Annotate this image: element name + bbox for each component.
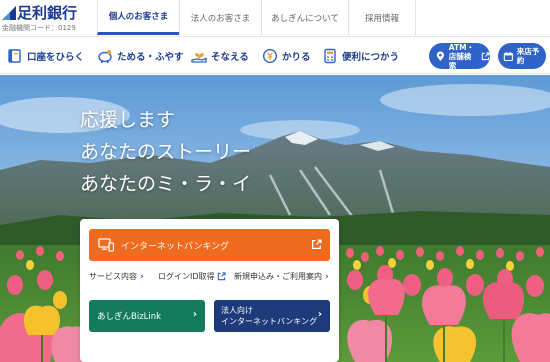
chevron-right-icon: › [192, 309, 197, 320]
nav-borrow[interactable]: かりる [261, 45, 311, 67]
hero-headline-3: あなたのミ・ラ・イ [80, 173, 252, 195]
hero-banner: 応援します あなたのストーリー あなたのミ・ラ・イ インターネットバンキング サ… [0, 75, 550, 362]
atm-branch-search-button[interactable]: ATM・ 店舗検索 [429, 42, 490, 70]
hand-heart-icon [190, 47, 208, 65]
yen-coin-icon [261, 47, 279, 65]
chevron-right-icon: › [140, 271, 144, 282]
visit-reservation-button[interactable]: 来店予約 [498, 43, 546, 69]
new-application-link[interactable]: 新規申込み・ご利用案内 › [234, 271, 329, 282]
bizlink-label: あしぎんBizLink [97, 312, 162, 322]
nav-label: ためる・ふやす [117, 52, 184, 63]
hero-headline-1: 応援します [80, 109, 176, 131]
piggy-bank-icon [96, 47, 114, 65]
corporate-label-line2: インターネットバンキング [221, 317, 318, 326]
top-header: 足利銀行 金融機関コード：0129 個人のお客さま 法人のお客さま あしぎんにつ… [0, 0, 550, 35]
nav-label: そなえる [211, 52, 249, 63]
tab-recruit[interactable]: 採用情報 [348, 0, 416, 35]
nav-label: かりる [282, 52, 311, 63]
link-label: ログインID取得 [158, 272, 215, 281]
audience-tabs: 個人のお客さま 法人のお客さま あしぎんについて 採用情報 [97, 0, 416, 35]
bank-code: 金融機関コード：0129 [2, 24, 76, 32]
service-nav: 口座をひらく ためる・ふやす そなえる かりる 便利につかう ATM・ 店舗検索 [0, 36, 550, 74]
bank-name: 足利銀行 [17, 4, 78, 22]
location-pin-icon [436, 51, 444, 61]
nav-label: 口座をひらく [27, 52, 85, 63]
nav-save-invest[interactable]: ためる・ふやす [96, 45, 184, 67]
logo-mark-icon [2, 6, 16, 20]
visit-reservation-label: 来店予約 [516, 47, 540, 65]
login-id-link[interactable]: ログインID取得 [158, 271, 226, 282]
internet-banking-links: サービス内容 › ログインID取得 新規申込み・ご利用案内 › [89, 271, 334, 285]
corporate-label-line1: 法人向け [221, 306, 253, 315]
nav-convenient[interactable]: 便利につかう [321, 45, 399, 67]
link-label: サービス内容 [89, 272, 137, 281]
nav-insurance[interactable]: そなえる [190, 45, 249, 67]
bank-logo[interactable]: 足利銀行 金融機関コード：0129 [2, 4, 88, 34]
tab-about[interactable]: あしぎんについて [261, 0, 348, 35]
tab-corporate[interactable]: 法人のお客さま [179, 0, 261, 35]
bankbook-icon [6, 47, 24, 65]
hero-headline-2: あなたのストーリー [80, 141, 252, 163]
calendar-icon [503, 51, 513, 61]
computer-icon [98, 238, 114, 252]
atm-label-line2: 店舗検索 [448, 51, 472, 70]
internet-banking-label: インターネットバンキング [121, 241, 230, 252]
tab-personal[interactable]: 個人のお客さま [97, 0, 179, 35]
internet-banking-card: インターネットバンキング サービス内容 › ログインID取得 新規申込み・ご利用… [80, 219, 339, 362]
nav-open-account[interactable]: 口座をひらく [6, 45, 84, 67]
atm-label-line1: ATM・ [448, 42, 475, 52]
external-link-icon [481, 51, 490, 60]
service-details-link[interactable]: サービス内容 › [89, 271, 144, 282]
calculator-icon [321, 47, 339, 65]
internet-banking-button[interactable]: インターネットバンキング [89, 229, 330, 261]
external-link-icon [311, 239, 322, 250]
external-link-icon [217, 272, 226, 281]
bizlink-button[interactable]: あしぎんBizLink › [89, 300, 205, 332]
corporate-internet-banking-button[interactable]: 法人向け インターネットバンキング › [214, 300, 330, 332]
link-label: 新規申込み・ご利用案内 [234, 272, 322, 281]
nav-label: 便利につかう [342, 52, 400, 63]
chevron-right-icon: › [325, 271, 329, 282]
chevron-right-icon: › [317, 309, 322, 320]
